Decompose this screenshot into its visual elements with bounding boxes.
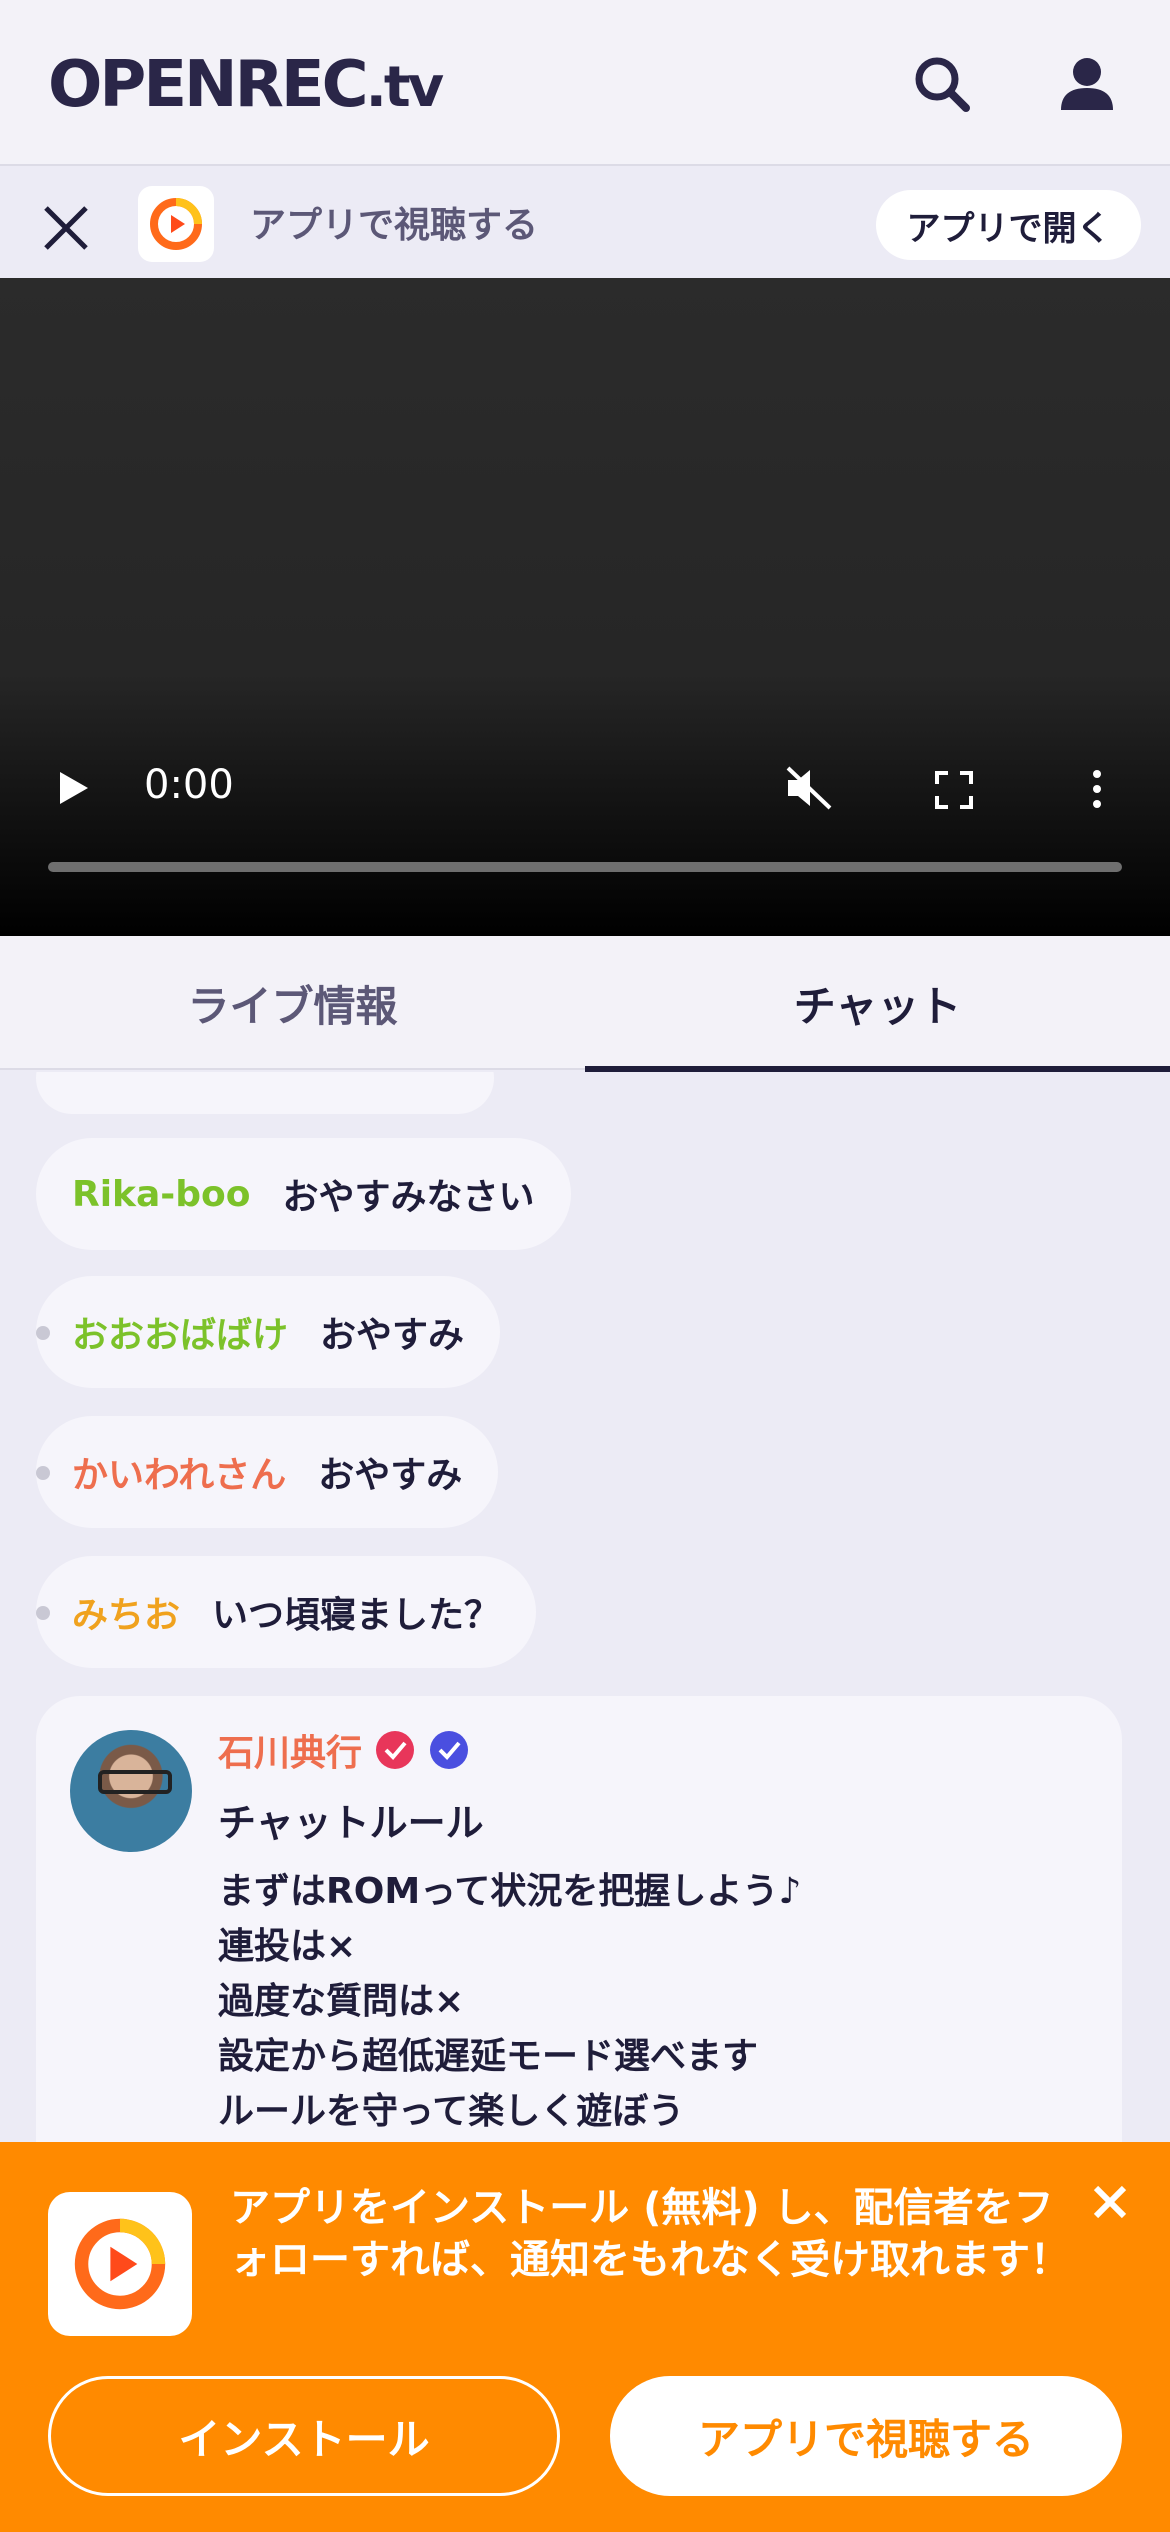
banner-message: アプリをインストール (無料) し、配信者をフォローすれば、通知をもれなく受け取…: [230, 2185, 1070, 2283]
chat-message-partial: [36, 1072, 494, 1114]
chat-rules-card: 石川典行 チャットルール まずはROMって状況を把握しよう♪ 連投は× 過度な質…: [36, 1696, 1122, 2142]
app-promo-bar: アプリで視聴する アプリで開く: [0, 166, 1170, 278]
rules-lines: まずはROMって状況を把握しよう♪ 連投は× 過度な質問は× 設定から超低遅延モ…: [218, 1864, 801, 2139]
chat-text: おやすみなさい: [282, 1177, 535, 1218]
chat-message: Rika-boo おやすみなさい: [36, 1138, 571, 1250]
rules-title: チャットルール: [218, 1801, 484, 1845]
watch-in-app-button[interactable]: アプリで視聴する: [610, 2376, 1122, 2496]
author-name[interactable]: 石川典行: [218, 1724, 362, 1776]
install-app-banner: アプリをインストール (無料) し、配信者をフォローすれば、通知をもれなく受け取…: [0, 2142, 1170, 2532]
video-time: 0:00: [144, 762, 234, 808]
openrec-app-icon: [138, 186, 214, 262]
chat-username[interactable]: おおおばばけ: [72, 1306, 288, 1358]
fullscreen-icon[interactable]: [934, 770, 974, 810]
chat-list[interactable]: Rika-boo おやすみなさい おおおばばけ おやすみ かいわれさん おやすみ…: [0, 1072, 1170, 2142]
message-dot: [36, 1606, 50, 1620]
rules-line: まずはROMって状況を把握しよう♪: [218, 1871, 802, 1912]
avatar[interactable]: [70, 1730, 192, 1852]
video-progress-bar[interactable]: [48, 862, 1122, 872]
close-banner-icon[interactable]: [1090, 2182, 1130, 2222]
close-icon[interactable]: [40, 202, 92, 254]
chat-username[interactable]: かいわれさん: [72, 1446, 286, 1498]
rules-line: ルールを守って楽しく遊ぼう: [218, 2091, 685, 2132]
chat-text: おやすみ: [318, 1455, 463, 1496]
open-in-app-button[interactable]: アプリで開く: [876, 190, 1141, 260]
rules-author: 石川典行: [218, 1724, 470, 1776]
message-dot: [36, 1466, 50, 1480]
chat-text: いつ頃寝ました？: [212, 1595, 501, 1636]
tab-chat[interactable]: チャット: [585, 936, 1170, 1072]
openrec-logo[interactable]: OPENREC.tv: [48, 48, 445, 122]
site-header: OPENREC.tv: [0, 0, 1170, 166]
tab-bar: ライブ情報 チャット: [0, 936, 1170, 1072]
tab-live-info[interactable]: ライブ情報: [0, 936, 585, 1070]
more-options-icon[interactable]: [1086, 768, 1108, 810]
chat-username[interactable]: みちお: [72, 1586, 180, 1638]
install-button[interactable]: インストール: [48, 2376, 560, 2496]
rules-line: 連投は×: [218, 1926, 357, 1967]
streamer-badge-icon: [376, 1731, 415, 1769]
play-icon[interactable]: [56, 768, 92, 808]
chat-message: かいわれさん おやすみ: [36, 1416, 499, 1528]
verified-badge-icon: [430, 1731, 469, 1769]
video-player[interactable]: 0:00: [0, 278, 1170, 936]
chat-message: みちお いつ頃寝ました？: [36, 1556, 537, 1668]
logo-text: OPENREC: [48, 48, 369, 122]
message-dot: [36, 1326, 50, 1340]
search-icon[interactable]: [910, 52, 974, 116]
chat-text: おやすみ: [320, 1315, 465, 1356]
openrec-app-icon: [48, 2192, 192, 2336]
rules-line: 設定から超低遅延モード選べます: [218, 2036, 759, 2077]
logo-suffix: .tv: [365, 55, 445, 120]
muted-speaker-icon[interactable]: [784, 766, 834, 810]
user-icon[interactable]: [1055, 52, 1119, 116]
chat-username[interactable]: Rika-boo: [72, 1174, 250, 1215]
chat-message: おおおばばけ おやすみ: [36, 1276, 501, 1388]
app-bar-text: アプリで視聴する: [250, 205, 539, 246]
rules-line: 過度な質問は×: [218, 1981, 465, 2022]
